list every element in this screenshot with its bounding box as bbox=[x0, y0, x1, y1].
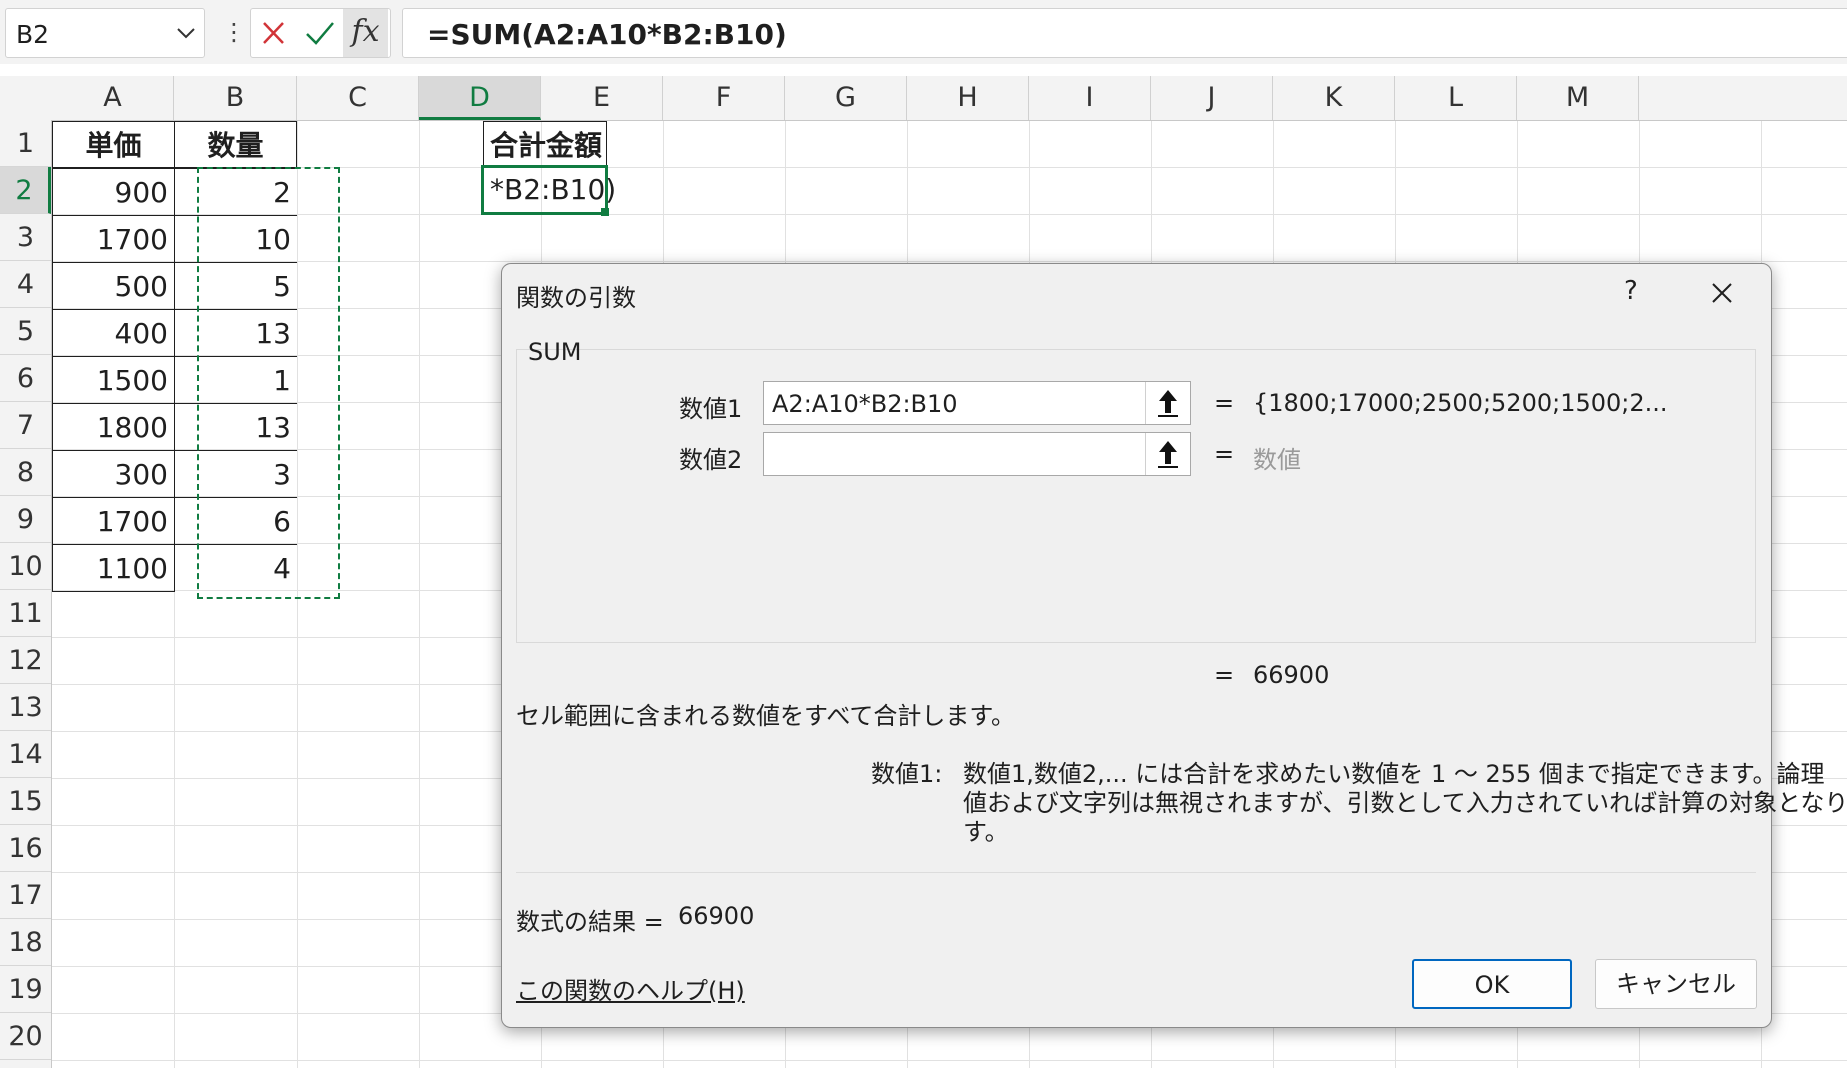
column-headers: ABCDEFGHIJKLM bbox=[0, 76, 1847, 121]
arg-help-line-2: 値および文字列は無視されますが、引数として入力されていれば計算の対象となりま bbox=[963, 789, 1847, 817]
cell-A7[interactable]: 1800 bbox=[52, 403, 175, 451]
arrow-up-icon bbox=[1158, 390, 1178, 417]
arg1-collapse-button[interactable] bbox=[1145, 382, 1190, 424]
close-icon[interactable] bbox=[1705, 276, 1739, 310]
row-header-17[interactable]: 17 bbox=[0, 872, 51, 919]
ok-button[interactable]: OK bbox=[1412, 959, 1572, 1009]
arg1-equals: = bbox=[1214, 389, 1235, 417]
column-header-I[interactable]: I bbox=[1029, 76, 1151, 120]
cell-A2[interactable]: 900 bbox=[52, 168, 175, 216]
row-header-18[interactable]: 18 bbox=[0, 919, 51, 966]
cell-A5[interactable]: 400 bbox=[52, 309, 175, 357]
row-header-10[interactable]: 10 bbox=[0, 543, 51, 590]
column-header-H[interactable]: H bbox=[907, 76, 1029, 120]
column-header-A[interactable]: A bbox=[52, 76, 174, 120]
row-header-11[interactable]: 11 bbox=[0, 590, 51, 637]
formula-text: =SUM(A2:A10*B2:B10) bbox=[427, 18, 787, 51]
cell-D1[interactable]: 合計金額 bbox=[483, 121, 607, 168]
enter-button[interactable] bbox=[297, 9, 342, 57]
function-help-link[interactable]: この関数のヘルプ(H) bbox=[516, 971, 745, 1006]
row-header-14[interactable]: 14 bbox=[0, 731, 51, 778]
arg-help-line-3: す。 bbox=[963, 818, 1009, 846]
column-header-J[interactable]: J bbox=[1151, 76, 1273, 120]
gridline-vertical bbox=[419, 121, 420, 1068]
column-header-G[interactable]: G bbox=[785, 76, 907, 120]
row-header-20[interactable]: 20 bbox=[0, 1013, 51, 1060]
insert-function-button[interactable]: fx bbox=[343, 9, 388, 57]
dialog-title: 関数の引数 bbox=[516, 284, 636, 312]
function-result-equals: = bbox=[1214, 661, 1235, 689]
active-cell-D2[interactable]: *B2:B10) bbox=[481, 165, 616, 215]
cell-A1[interactable]: 単価 bbox=[52, 121, 175, 168]
cell-B1[interactable]: 数量 bbox=[174, 121, 297, 168]
arg2-result: 数値 bbox=[1253, 446, 1301, 474]
arg2-input[interactable] bbox=[763, 432, 1191, 476]
arg-help-label: 数値1: bbox=[871, 760, 943, 788]
row-header-19[interactable]: 19 bbox=[0, 966, 51, 1013]
formula-bar: B2 ⋮ fx =SUM(A2:A10*B2:B10) bbox=[0, 0, 1847, 64]
column-header-C[interactable]: C bbox=[297, 76, 419, 120]
arg1-result: {1800;17000;2500;5200;1500;2... bbox=[1253, 389, 1668, 417]
formula-buttons: fx bbox=[250, 8, 391, 58]
gridline-horizontal bbox=[52, 1060, 1847, 1061]
row-header-2[interactable]: 2 bbox=[0, 167, 51, 214]
column-header-M[interactable]: M bbox=[1517, 76, 1639, 120]
arg1-input[interactable]: A2:A10*B2:B10 bbox=[763, 381, 1191, 425]
check-icon bbox=[306, 22, 334, 45]
x-icon bbox=[263, 22, 284, 44]
row-header-1[interactable]: 1 bbox=[0, 120, 51, 167]
fill-handle[interactable] bbox=[601, 208, 609, 216]
column-header-E[interactable]: E bbox=[541, 76, 663, 120]
row-headers: 1 2 3 4 5 6 7 8 9 10 11 12 13 14 15 16 17 18 19 20 bbox=[0, 120, 52, 1068]
row-header-7[interactable]: 7 bbox=[0, 402, 51, 449]
row-header-6[interactable]: 6 bbox=[0, 355, 51, 402]
formula-input[interactable]: =SUM(A2:A10*B2:B10) bbox=[402, 8, 1847, 58]
row-header-12[interactable]: 12 bbox=[0, 637, 51, 684]
arg2-equals: = bbox=[1214, 440, 1235, 468]
row-header-16[interactable]: 16 bbox=[0, 825, 51, 872]
row-header-4[interactable]: 4 bbox=[0, 261, 51, 308]
row-header-8[interactable]: 8 bbox=[0, 449, 51, 496]
formula-result-label: 数式の結果 = bbox=[516, 908, 664, 936]
function-result: 66900 bbox=[1253, 661, 1330, 689]
dialog-divider bbox=[516, 872, 1756, 873]
column-header-K[interactable]: K bbox=[1273, 76, 1395, 120]
function-name: SUM bbox=[528, 338, 582, 366]
function-description: セル範囲に含まれる数値をすべて合計します。 bbox=[516, 702, 1015, 730]
dialog-help-button[interactable]: ? bbox=[1624, 276, 1638, 306]
more-options-icon[interactable]: ⋮ bbox=[222, 20, 246, 44]
cell-A6[interactable]: 1500 bbox=[52, 356, 175, 404]
cancel-entry-button[interactable] bbox=[251, 9, 296, 57]
copy-marquee bbox=[197, 167, 340, 599]
cell-A4[interactable]: 500 bbox=[52, 262, 175, 310]
row-header-13[interactable]: 13 bbox=[0, 684, 51, 731]
arg2-collapse-button[interactable] bbox=[1145, 433, 1190, 475]
column-header-L[interactable]: L bbox=[1395, 76, 1517, 120]
cell-A9[interactable]: 1700 bbox=[52, 497, 175, 545]
column-header-D[interactable]: D bbox=[419, 76, 541, 120]
arg1-value: A2:A10*B2:B10 bbox=[772, 390, 958, 418]
cancel-button[interactable]: キャンセル bbox=[1595, 959, 1757, 1009]
chevron-down-icon bbox=[177, 28, 195, 39]
cell-A3[interactable]: 1700 bbox=[52, 215, 175, 263]
arrow-up-icon bbox=[1158, 441, 1178, 468]
column-header-F[interactable]: F bbox=[663, 76, 785, 120]
cell-A8[interactable]: 300 bbox=[52, 450, 175, 498]
function-arguments-dialog: 関数の引数 ? SUM 数値1 A2:A10*B2:B10 = {1800;17… bbox=[501, 263, 1847, 1028]
column-header-B[interactable]: B bbox=[174, 76, 297, 120]
row-header-3[interactable]: 3 bbox=[0, 214, 51, 261]
name-box[interactable]: B2 bbox=[5, 8, 205, 58]
formula-result-value: 66900 bbox=[678, 902, 755, 930]
name-box-value: B2 bbox=[16, 20, 50, 49]
row-header-15[interactable]: 15 bbox=[0, 778, 51, 825]
row-header-9[interactable]: 9 bbox=[0, 496, 51, 543]
arg2-label: 数値2 bbox=[679, 446, 743, 474]
row-header-5[interactable]: 5 bbox=[0, 308, 51, 355]
cell-A10[interactable]: 1100 bbox=[52, 544, 175, 592]
arg1-label: 数値1 bbox=[679, 395, 743, 423]
